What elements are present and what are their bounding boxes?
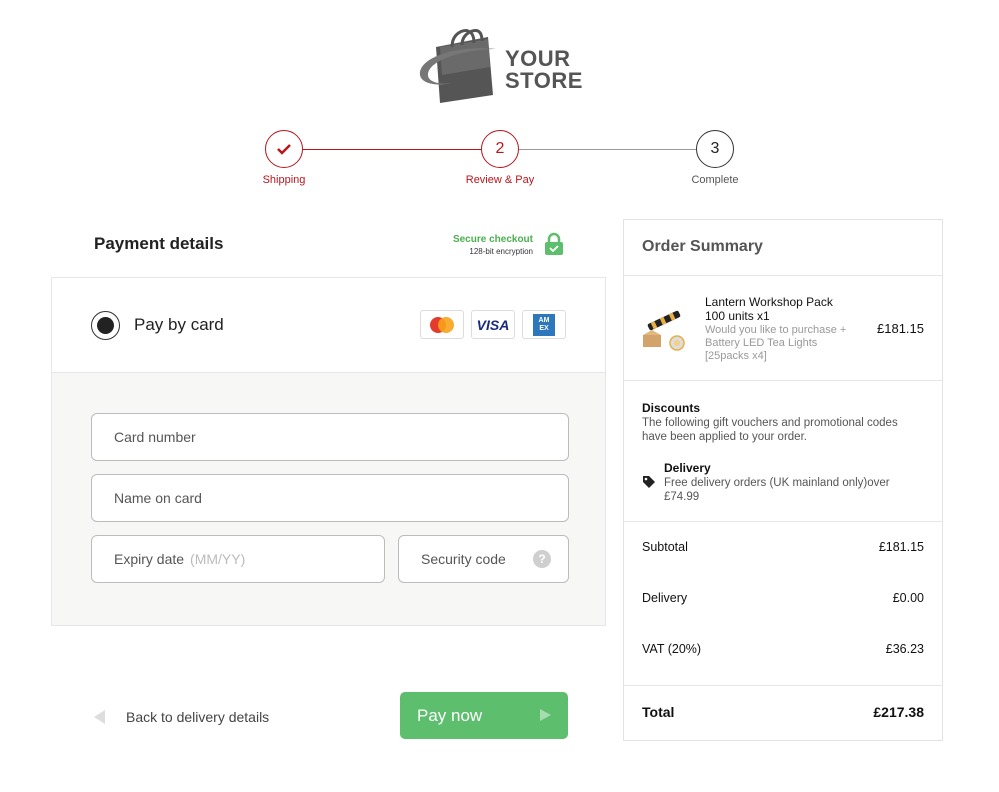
help-icon[interactable]: ? xyxy=(533,550,551,568)
step-label-review-pay: Review & Pay xyxy=(465,174,535,186)
expiry-date-input[interactable]: Expiry date (MM/YY) xyxy=(91,535,385,583)
play-arrow-icon xyxy=(540,709,551,721)
chevron-left-icon xyxy=(94,710,105,724)
secure-checkout-label: Secure checkout xyxy=(452,234,533,245)
delivery-value: £0.00 xyxy=(892,591,924,605)
divider xyxy=(624,685,942,686)
vat-value: £36.23 xyxy=(885,642,924,656)
step-label-complete: Complete xyxy=(691,174,739,186)
discounts-text: The following gift vouchers and promotio… xyxy=(642,417,898,443)
back-to-delivery-link[interactable]: Back to delivery details xyxy=(94,709,269,725)
step-shipping[interactable] xyxy=(265,130,303,168)
step-label-shipping: Shipping xyxy=(262,174,306,186)
card-number-input[interactable]: Card number xyxy=(91,413,569,461)
visa-icon: VISA xyxy=(471,310,515,339)
security-code-input[interactable]: Security code ? xyxy=(398,535,569,583)
step-review-pay: 2 xyxy=(481,130,519,168)
delivery-discount-text: Free delivery orders (UK mainland only)o… xyxy=(664,477,890,503)
pay-now-button[interactable]: Pay now xyxy=(400,692,568,739)
total-value: £217.38 xyxy=(873,704,924,720)
divider xyxy=(624,380,942,381)
lock-icon xyxy=(545,232,563,255)
encryption-label: 128-bit encryption xyxy=(469,247,533,256)
step-progress-line-done xyxy=(284,149,500,150)
product-name: Lantern Workshop Pack 100 units x1 xyxy=(705,295,833,323)
delivery-discount-title: Delivery xyxy=(664,461,711,475)
pay-by-card-label: Pay by card xyxy=(134,315,224,334)
product-upsell[interactable]: Would you like to purchase + Battery LED… xyxy=(705,324,855,363)
delivery-label: Delivery xyxy=(642,591,688,605)
step-complete: 3 xyxy=(696,130,734,168)
total-label: Total xyxy=(642,704,675,720)
tag-icon xyxy=(643,476,655,488)
subtotal-value: £181.15 xyxy=(878,540,924,554)
vat-label: VAT (20%) xyxy=(642,642,702,656)
discounts-title: Discounts xyxy=(642,401,701,415)
divider xyxy=(624,275,942,276)
amex-icon: AM EX xyxy=(522,310,566,339)
subtotal-label: Subtotal xyxy=(642,540,688,554)
divider xyxy=(624,521,942,522)
mastercard-icon xyxy=(420,310,464,339)
step-progress-line-pending xyxy=(500,149,715,150)
payment-details-title: Payment details xyxy=(94,234,224,253)
checkmark-icon xyxy=(277,144,291,155)
order-summary-title: Order Summary xyxy=(642,238,763,255)
store-logo-text: YOUR STORE xyxy=(505,46,583,93)
product-thumbnail xyxy=(643,310,685,351)
pay-by-card-radio[interactable] xyxy=(91,311,120,340)
product-price: £181.15 xyxy=(877,321,924,336)
name-on-card-input[interactable]: Name on card xyxy=(91,474,569,522)
